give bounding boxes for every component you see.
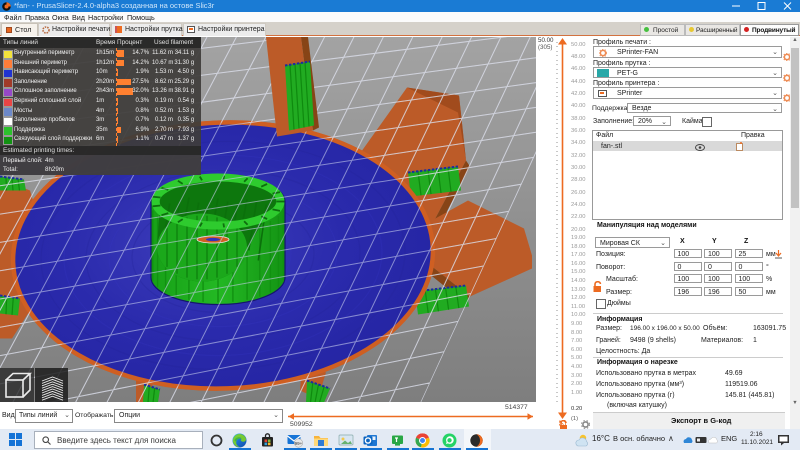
svg-text:99+: 99+ (295, 441, 303, 446)
